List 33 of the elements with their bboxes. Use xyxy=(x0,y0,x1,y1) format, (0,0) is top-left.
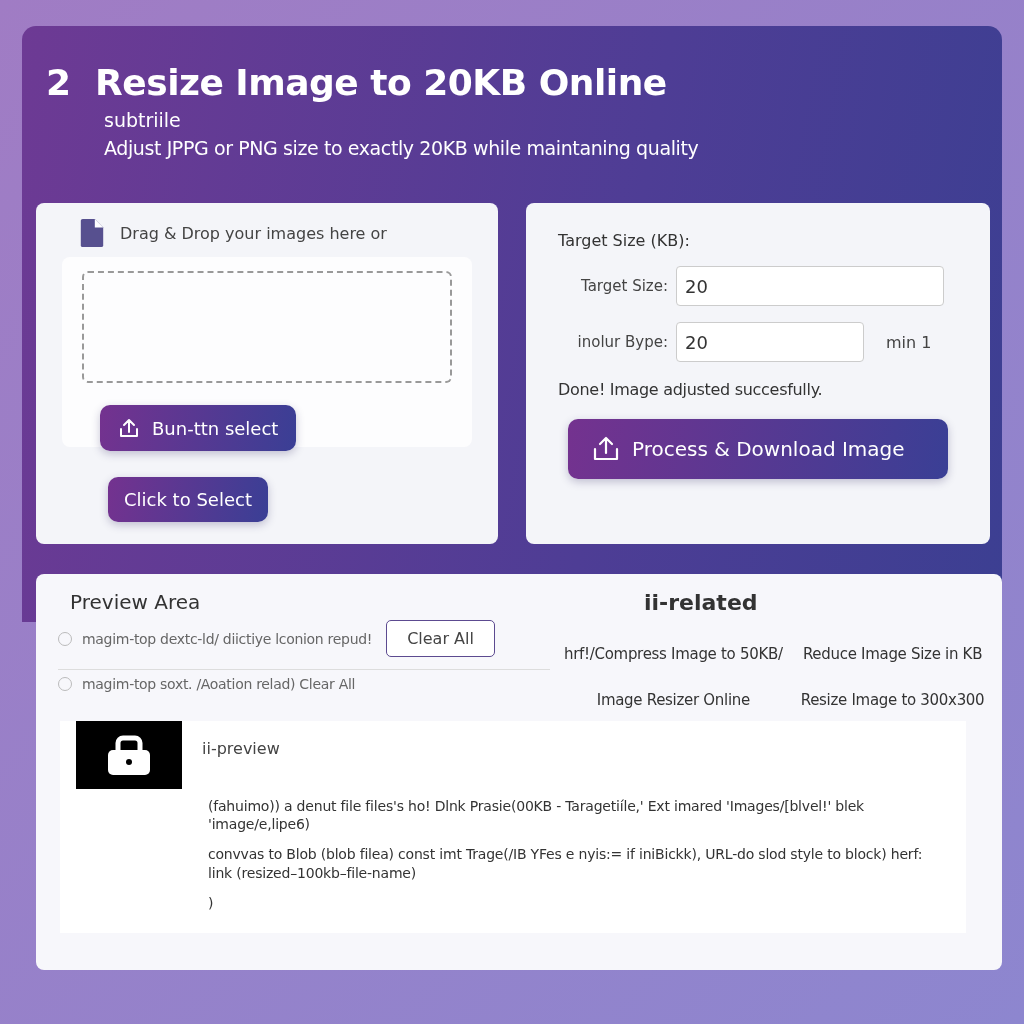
process-download-button[interactable]: Process & Download Image xyxy=(568,419,948,479)
status-message: Done! Image adjusted succesfully. xyxy=(558,380,824,399)
page-title: Resize Image to 20KB Online xyxy=(95,62,667,103)
related-link[interactable]: Resize Image to 300x300 xyxy=(800,691,985,709)
min-hint: min 1 xyxy=(886,332,932,352)
related-heading: ii-related xyxy=(643,590,759,615)
drop-prompt: Drag & Drop your images here or xyxy=(120,223,387,243)
select-button[interactable]: Bun-ttn select xyxy=(100,405,297,451)
related-link[interactable]: hrf!/Compress Image to 50KB/ xyxy=(564,645,783,663)
drop-zone[interactable] xyxy=(82,271,452,383)
size-input[interactable]: 20 xyxy=(676,322,864,362)
subtitle: subtriile xyxy=(104,109,182,131)
size-input[interactable]: 20 xyxy=(676,266,944,306)
related-link[interactable]: Image Resizer Online xyxy=(564,691,783,709)
field-label: inolur Bype: xyxy=(576,333,669,351)
file-icon xyxy=(80,219,104,247)
upload-icon xyxy=(592,435,620,463)
description: Adjust JPPG or PNG size to exactly 20KB while maintaning quality xyxy=(104,137,700,159)
option-label: magim-top dextc-ld/ diictiye lconion repud! xyxy=(82,630,373,647)
option-label: magim-top soxt. /Aoation relad) Clear All xyxy=(82,676,356,692)
related-link[interactable]: Reduce Image Size in KB xyxy=(800,645,985,663)
code-text: convvas to Blob (blob filea) const imt Trage(/IB YFes e nyis:= if iniBickk), URL-do slod style to block) herf: link (resized–100kb–file-name) xyxy=(208,845,924,882)
code-text: ) xyxy=(208,893,215,912)
clear-all-button[interactable]: Clear All xyxy=(386,620,495,657)
preview-title: ii-preview xyxy=(202,739,280,758)
settings-heading: Target Size (KB): xyxy=(558,231,691,250)
select-button[interactable]: Click to Select xyxy=(108,477,268,522)
preview-heading: Preview Area xyxy=(70,590,202,614)
field-label: Target Size: xyxy=(579,277,669,295)
code-text: (fahuimo)) a denut file files's ho! Dlnk Prasie(00KB - Taragetiíle,' Ext imared 'Images/[blvel!' blek 'image/e,lipe6) xyxy=(208,797,865,834)
upload-icon xyxy=(118,417,140,439)
step-number: 2 xyxy=(46,62,72,103)
lock-icon xyxy=(105,734,153,776)
